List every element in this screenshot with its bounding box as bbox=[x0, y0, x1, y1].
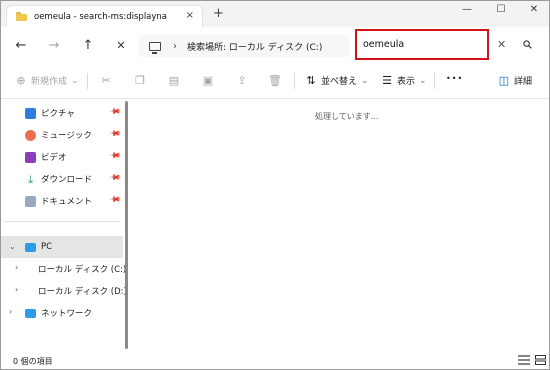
sidebar-item-label: ミュージック bbox=[41, 131, 92, 141]
downloads-icon: ⤓ bbox=[28, 172, 33, 186]
computer-icon bbox=[25, 242, 36, 252]
file-list[interactable]: 処理しています... bbox=[134, 99, 549, 351]
sidebar-scrollbar[interactable] bbox=[125, 101, 128, 349]
details-label: 詳細 bbox=[514, 77, 533, 87]
pin-icon[interactable]: 📌 bbox=[108, 149, 121, 162]
file-explorer-window: oemeula - search-ms:displayna × + — ☐ ✕ … bbox=[0, 0, 550, 370]
network-icon bbox=[25, 308, 36, 318]
chevron-down-icon: ⌄ bbox=[419, 75, 427, 86]
details-view-icon[interactable] bbox=[517, 354, 531, 366]
share-button[interactable]: ⇪ bbox=[235, 74, 249, 87]
tab-title: oemeula - search-ms:displayna bbox=[34, 11, 168, 22]
tab-close-icon[interactable]: × bbox=[186, 10, 194, 21]
cut-button[interactable]: ✂ bbox=[99, 74, 113, 87]
music-icon bbox=[25, 129, 36, 141]
sidebar-item-label: ネットワーク bbox=[41, 309, 93, 319]
sidebar-item-videos[interactable]: ビデオ 📌 bbox=[1, 146, 123, 168]
scissors-icon: ✂ bbox=[101, 74, 111, 87]
pin-icon[interactable]: 📌 bbox=[108, 171, 121, 184]
sort-label: 並べ替え bbox=[321, 77, 358, 87]
pin-icon[interactable]: 📌 bbox=[108, 193, 121, 206]
new-tab-button[interactable]: + bbox=[213, 7, 224, 20]
rename-icon: ▣ bbox=[202, 74, 214, 87]
view-button[interactable]: ☰ 表示 ⌄ bbox=[380, 74, 427, 87]
sidebar-item-music[interactable]: ミュージック 📌 bbox=[1, 124, 123, 146]
close-button[interactable]: ✕ bbox=[524, 4, 544, 15]
command-bar: ⊕ 新規作成 ⌄ ✂ ❐ ▤ ▣ ⇪ 🗑 ⇅ 並べ替え ⌄ ☰ 表示 ⌄ •••… bbox=[1, 65, 549, 99]
sidebar-item-label: ダウンロード bbox=[41, 175, 93, 185]
pin-icon[interactable]: 📌 bbox=[108, 105, 121, 118]
folder-icon bbox=[16, 12, 27, 21]
sidebar-item-drive-c[interactable]: › ローカル ディスク (C:) bbox=[1, 258, 127, 280]
sidebar-item-label: ローカル ディスク (C:) bbox=[38, 265, 127, 275]
videos-icon bbox=[25, 151, 36, 163]
new-button[interactable]: ⊕ 新規作成 ⌄ bbox=[14, 74, 79, 87]
search-icon[interactable] bbox=[523, 40, 532, 49]
sidebar-item-downloads[interactable]: ⤓ ダウンロード 📌 bbox=[1, 168, 123, 190]
sidebar-item-pc[interactable]: ⌄ PC bbox=[1, 236, 123, 258]
sidebar-item-label: ビデオ bbox=[41, 153, 67, 163]
status-message: 処理しています... bbox=[315, 112, 379, 121]
address-bar[interactable]: › 検索場所: ローカル ディスク (C:) bbox=[139, 35, 349, 57]
back-button[interactable]: ← bbox=[12, 37, 30, 55]
documents-icon bbox=[25, 195, 36, 207]
title-bar: oemeula - search-ms:displayna × + — ☐ ✕ bbox=[1, 1, 549, 27]
chevron-right-icon[interactable]: › bbox=[15, 285, 18, 294]
computer-icon bbox=[149, 41, 161, 54]
details-pane-button[interactable]: ◫ 詳細 bbox=[497, 74, 532, 87]
sidebar-item-label: PC bbox=[41, 242, 53, 252]
address-path: 検索場所: ローカル ディスク (C:) bbox=[187, 42, 323, 53]
paste-icon: ▤ bbox=[168, 74, 180, 87]
divider bbox=[434, 73, 435, 89]
sort-icon: ⇅ bbox=[306, 74, 316, 87]
divider bbox=[87, 73, 88, 89]
view-label: 表示 bbox=[397, 77, 416, 87]
sidebar-item-documents[interactable]: ドキュメント 📌 bbox=[1, 190, 123, 212]
share-icon: ⇪ bbox=[237, 74, 247, 87]
sidebar-item-label: ピクチャ bbox=[41, 109, 75, 119]
item-count: 0 個の項目 bbox=[13, 357, 53, 366]
search-query: oemeula bbox=[363, 39, 405, 50]
stop-button[interactable]: ✕ bbox=[112, 37, 130, 55]
delete-button[interactable]: 🗑 bbox=[268, 74, 282, 87]
new-label: 新規作成 bbox=[31, 77, 68, 87]
chevron-right-icon[interactable]: › bbox=[9, 307, 12, 316]
copy-button[interactable]: ❐ bbox=[133, 74, 147, 87]
pictures-icon bbox=[25, 107, 36, 119]
up-button[interactable]: ↑ bbox=[79, 37, 97, 55]
tab-search-results[interactable]: oemeula - search-ms:displayna × bbox=[6, 5, 203, 27]
details-pane-icon: ◫ bbox=[498, 74, 510, 87]
chevron-down-icon[interactable]: ⌄ bbox=[9, 242, 16, 251]
status-bar: 0 個の項目 bbox=[1, 351, 549, 369]
rename-button[interactable]: ▣ bbox=[201, 74, 215, 87]
sidebar-item-label: ドキュメント bbox=[41, 197, 93, 207]
more-options-button[interactable]: ••• bbox=[446, 74, 463, 83]
search-input[interactable]: oemeula bbox=[355, 29, 489, 60]
maximize-button[interactable]: ☐ bbox=[491, 4, 511, 15]
chevron-down-icon: ⌄ bbox=[361, 75, 369, 86]
sidebar-item-label: ローカル ディスク (D:) bbox=[38, 287, 127, 297]
chevron-down-icon: ⌄ bbox=[71, 75, 79, 86]
navigation-bar: ← → ↑ ✕ › 検索場所: ローカル ディスク (C:) oemeula ✕ bbox=[1, 27, 549, 65]
sidebar-item-pictures[interactable]: ピクチャ 📌 bbox=[1, 102, 123, 124]
trash-icon: 🗑 bbox=[268, 74, 282, 87]
navigation-pane: ピクチャ 📌 ミュージック 📌 ビデオ 📌 ⤓ ダウンロード 📌 ドキュメント … bbox=[1, 99, 127, 351]
minimize-button[interactable]: — bbox=[457, 4, 477, 15]
sidebar-item-drive-d[interactable]: › ローカル ディスク (D:) bbox=[1, 280, 127, 302]
view-icon: ☰ bbox=[382, 74, 392, 87]
search-clear-button[interactable]: ✕ bbox=[497, 38, 506, 51]
pin-icon[interactable]: 📌 bbox=[108, 127, 121, 140]
divider bbox=[3, 221, 121, 222]
chevron-right-icon[interactable]: › bbox=[173, 41, 177, 52]
copy-icon: ❐ bbox=[135, 74, 145, 87]
sort-button[interactable]: ⇅ 並べ替え ⌄ bbox=[304, 74, 369, 87]
divider bbox=[294, 73, 295, 89]
paste-button[interactable]: ▤ bbox=[167, 74, 181, 87]
forward-button[interactable]: → bbox=[45, 37, 63, 55]
chevron-right-icon[interactable]: › bbox=[15, 263, 18, 272]
tiles-view-icon[interactable] bbox=[534, 354, 548, 366]
plus-circle-icon: ⊕ bbox=[16, 74, 26, 87]
sidebar-item-network[interactable]: › ネットワーク bbox=[1, 302, 123, 324]
